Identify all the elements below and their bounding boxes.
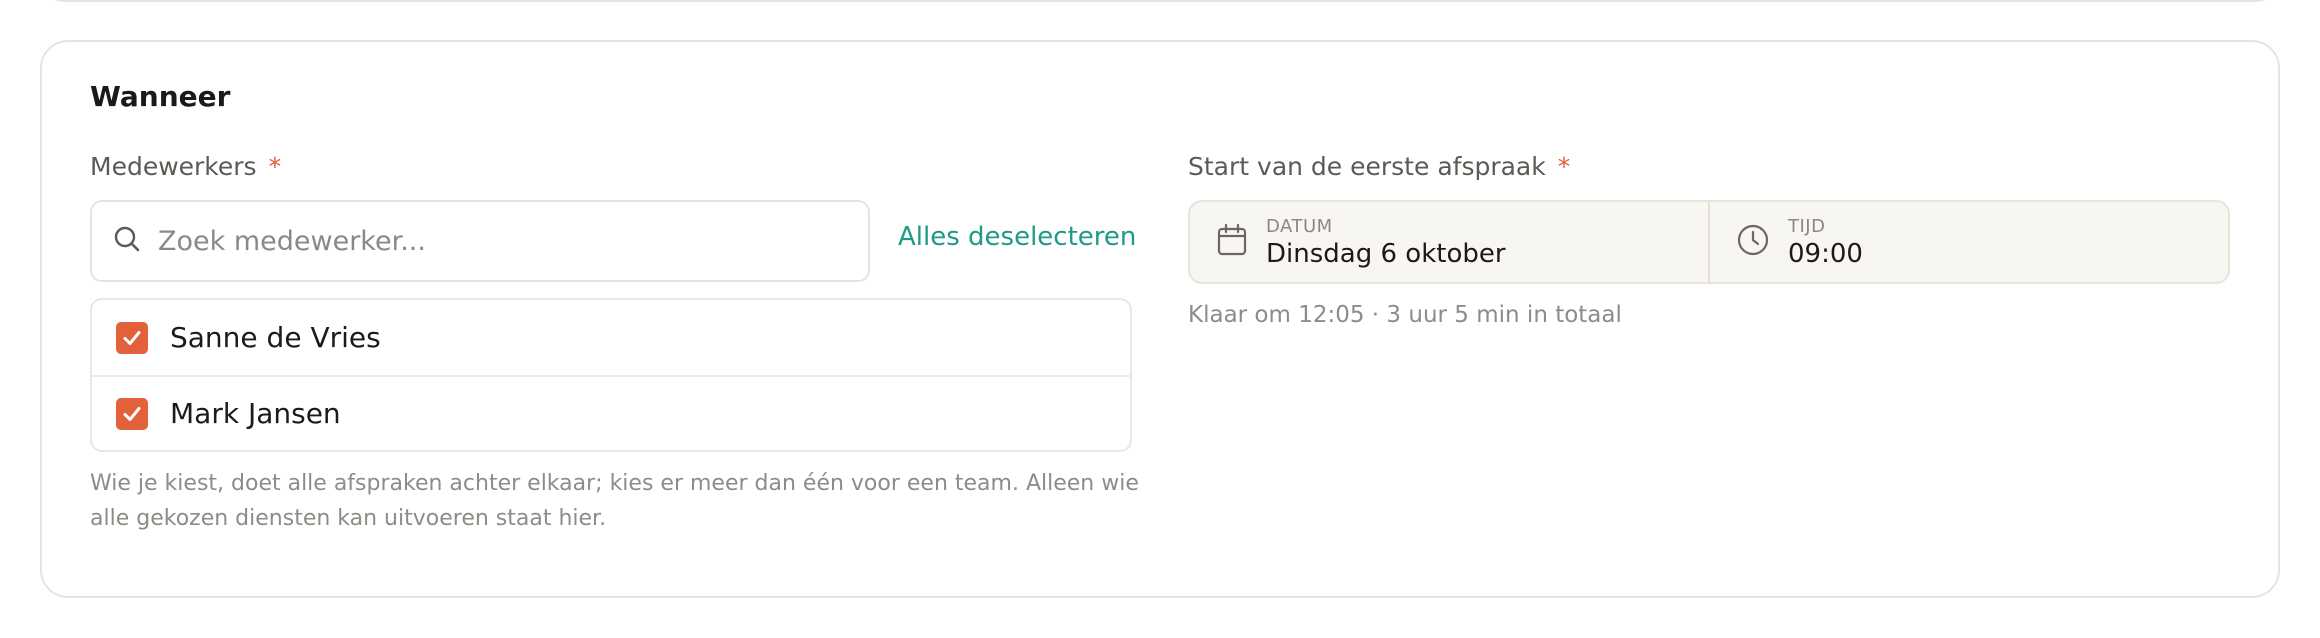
employee-checkbox[interactable] <box>116 397 148 430</box>
check-icon <box>123 330 141 345</box>
required-marker: * <box>268 152 282 181</box>
employees-label: Medewerkers * <box>90 152 281 181</box>
employee-name: Sanne de Vries <box>170 321 381 354</box>
time-caption: TIJD <box>1788 215 1826 237</box>
clock-icon <box>1736 223 1770 261</box>
duration-summary: Klaar om 12:05 · 3 uur 5 min in totaal <box>1188 302 1622 328</box>
employee-name: Mark Jansen <box>170 397 341 430</box>
search-icon <box>112 224 142 258</box>
required-marker: * <box>1557 152 1571 181</box>
start-datetime-field: DATUM Dinsdag 6 oktober TIJD 09:00 <box>1188 200 2230 284</box>
start-label: Start van de eerste afspraak * <box>1188 152 1570 181</box>
date-picker[interactable]: DATUM Dinsdag 6 oktober <box>1190 202 1708 282</box>
employee-list: Sanne de Vries Mark Jansen <box>90 298 1132 452</box>
employee-checkbox[interactable] <box>116 321 148 354</box>
check-icon <box>123 406 141 421</box>
deselect-all-button[interactable]: Alles deselecteren <box>898 222 1136 252</box>
time-picker[interactable]: TIJD 09:00 <box>1708 202 2228 282</box>
previous-card-edge <box>42 0 2278 2</box>
section-title: Wanneer <box>90 80 231 113</box>
employees-help-text: Wie je kiest, doet alle afspraken achter… <box>90 471 1139 531</box>
date-caption: DATUM <box>1266 215 1333 237</box>
employee-row[interactable]: Mark Jansen <box>92 375 1130 450</box>
calendar-icon <box>1216 223 1248 261</box>
start-label-text: Start van de eerste afspraak <box>1188 152 1546 181</box>
date-value: Dinsdag 6 oktober <box>1266 238 1506 269</box>
employees-label-text: Medewerkers <box>90 152 257 181</box>
employee-search-field[interactable] <box>90 200 870 282</box>
time-value: 09:00 <box>1788 238 1863 269</box>
employee-row[interactable]: Sanne de Vries <box>92 300 1130 375</box>
employee-search-input[interactable] <box>156 224 820 258</box>
